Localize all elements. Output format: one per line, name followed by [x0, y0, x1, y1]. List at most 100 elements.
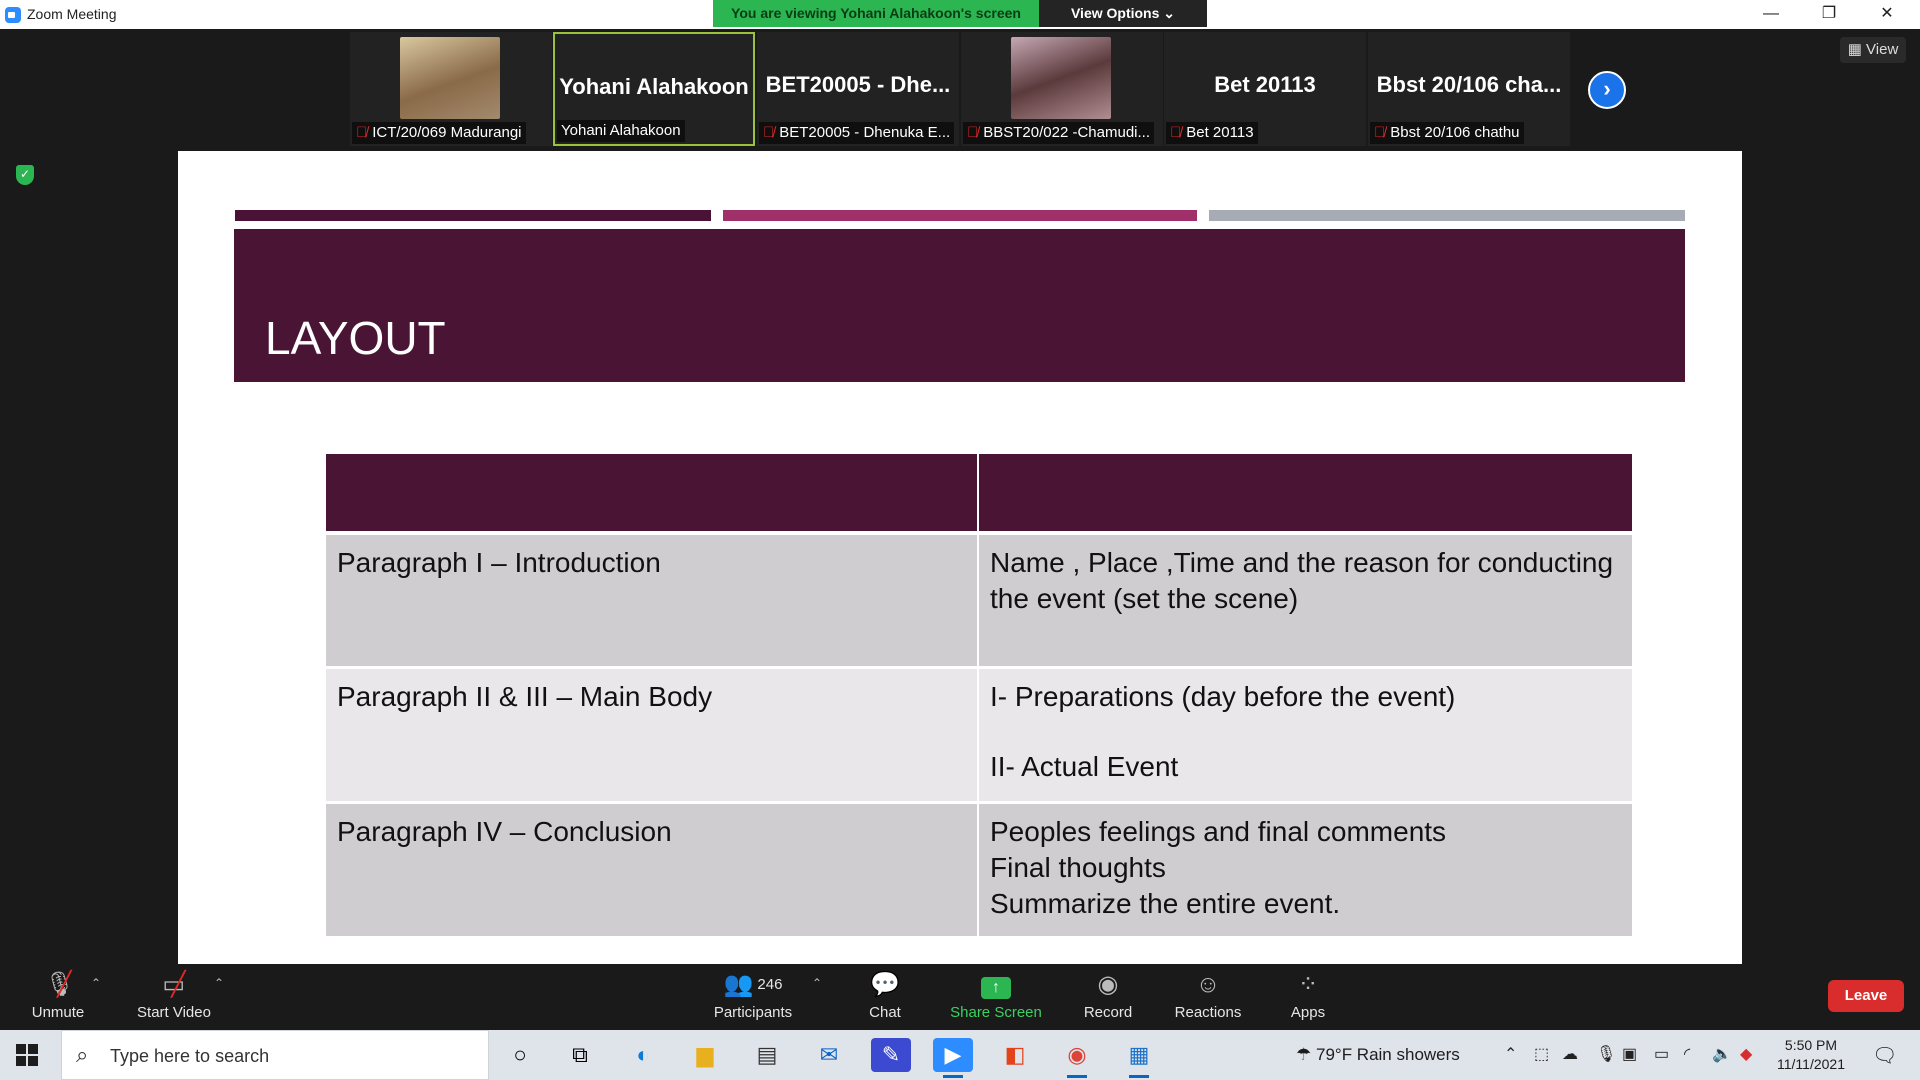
- battery-icon[interactable]: ▭: [1654, 1044, 1669, 1064]
- edge-browser-icon[interactable]: ◐: [623, 1038, 663, 1072]
- slide-title: LAYOUT: [265, 312, 446, 364]
- participant-label: 🎙̸ BET20005 - Dhenuka E...: [759, 122, 955, 144]
- audio-options-caret-icon[interactable]: ⌃: [91, 976, 101, 990]
- shared-slide: LAYOUT Paragraph I – Introduction Name ,…: [178, 151, 1742, 964]
- next-page-button[interactable]: ›: [1588, 71, 1626, 109]
- mic-muted-icon: 🎙̸: [967, 124, 979, 141]
- minimize-button[interactable]: —: [1742, 0, 1800, 29]
- search-placeholder: Type here to search: [110, 1046, 270, 1066]
- table-cell-content: I- Preparations (day before the event) II…: [979, 666, 1632, 801]
- video-off-icon: ▭╱: [162, 971, 186, 998]
- participant-photo: [1011, 37, 1111, 119]
- share-screen-button[interactable]: ↑ Share Screen: [944, 970, 1048, 1026]
- record-button[interactable]: ◉ Record: [1078, 970, 1138, 1026]
- participant-tile[interactable]: 🎙̸ ICT/20/069 Madurangi: [350, 32, 552, 146]
- participant-name-large: Bet 20113: [1214, 72, 1316, 97]
- table-row: Paragraph IV – Conclusion Peoples feelin…: [326, 801, 1632, 936]
- slide-accent-bar: [1209, 210, 1685, 221]
- table-cell-section: Paragraph II & III – Main Body: [326, 666, 979, 801]
- microphone-icon[interactable]: 🎙: [1596, 1044, 1616, 1064]
- record-icon: ◉: [1097, 971, 1119, 998]
- office-icon[interactable]: ◧: [995, 1038, 1035, 1072]
- table-row: Paragraph I – Introduction Name , Place …: [326, 531, 1632, 666]
- restore-button[interactable]: ❐: [1800, 0, 1858, 29]
- mic-muted-icon: 🎙╱: [44, 971, 75, 998]
- mail-icon[interactable]: ✉: [809, 1038, 849, 1072]
- table-cell-content: Peoples feelings and final comments Final…: [979, 801, 1632, 936]
- participant-tile[interactable]: Bet 20113 🎙̸ Bet 20113: [1164, 32, 1366, 146]
- task-view-icon[interactable]: ⧉: [560, 1038, 600, 1072]
- view-options-label: View Options: [1070, 5, 1160, 21]
- share-screen-icon: ↑: [944, 970, 1048, 1000]
- apps-icon: ⁘: [1297, 971, 1319, 998]
- chevron-right-icon: ›: [1603, 76, 1611, 101]
- layout-table: Paragraph I – Introduction Name , Place …: [326, 454, 1632, 936]
- window-titlebar: Zoom Meeting You are viewing Yohani Alah…: [0, 0, 1920, 29]
- search-icon: ⌕: [76, 1042, 89, 1067]
- participant-tile[interactable]: BET20005 - Dhe... 🎙̸ BET20005 - Dhenuka E…: [757, 32, 959, 146]
- notification-app-icon[interactable]: ◆: [1740, 1044, 1752, 1064]
- taskbar-clock[interactable]: 5:50 PM 11/11/2021: [1766, 1036, 1856, 1074]
- apps-button[interactable]: ⁘ Apps: [1283, 970, 1333, 1026]
- participant-label: 🎙̸ Bbst 20/106 chathu: [1370, 122, 1524, 144]
- start-video-button[interactable]: ▭╱ Start Video: [132, 970, 216, 1026]
- table-header-cell: [979, 454, 1632, 531]
- zoom-app-icon: [5, 7, 21, 23]
- file-explorer-icon[interactable]: ▆: [685, 1038, 725, 1072]
- unmute-button[interactable]: 🎙╱ Unmute: [22, 970, 94, 1026]
- participants-button[interactable]: 👥 246 Participants: [708, 970, 798, 1026]
- chat-icon: 💬: [870, 971, 900, 998]
- table-cell-section: Paragraph IV – Conclusion: [326, 801, 979, 936]
- reactions-icon: ☺: [1195, 971, 1221, 998]
- onedrive-icon[interactable]: ☁: [1562, 1044, 1578, 1064]
- tray-overflow-icon[interactable]: ⌃: [1504, 1044, 1517, 1064]
- meet-now-icon[interactable]: ⬚: [1534, 1044, 1549, 1064]
- table-cell-content: Name , Place ,Time and the reason for co…: [979, 531, 1632, 666]
- participant-photo: [400, 37, 500, 119]
- clock-time: 5:50 PM: [1784, 1037, 1838, 1053]
- view-label: View: [1866, 41, 1899, 58]
- microsoft-store-icon[interactable]: ▤: [747, 1038, 787, 1072]
- participant-name-large: BET20005 - Dhe...: [765, 72, 951, 97]
- slide-header-band: LAYOUT: [234, 229, 1685, 382]
- wifi-icon[interactable]: ◜: [1684, 1044, 1690, 1064]
- grid-view-icon: ▦: [1847, 41, 1862, 58]
- participant-tile[interactable]: Bbst 20/106 cha... 🎙̸ Bbst 20/106 chathu: [1368, 32, 1570, 146]
- action-center-icon[interactable]: 🗨: [1872, 1043, 1897, 1068]
- participant-tile[interactable]: 🎙̸ BBST20/022 -Chamudi...: [961, 32, 1163, 146]
- windows-start-icon[interactable]: [16, 1044, 38, 1066]
- participants-icon: 👥: [723, 971, 754, 998]
- security-shield-icon[interactable]: ✓: [16, 165, 34, 185]
- meeting-area: 🎙̸ ICT/20/069 Madurangi Yohani Alahakoon …: [0, 29, 1920, 964]
- zoom-taskbar-icon[interactable]: ▶: [933, 1038, 973, 1078]
- rain-cloud-icon: ☂: [1296, 1045, 1312, 1064]
- table-header-row: [326, 454, 1632, 531]
- chat-button[interactable]: 💬 Chat: [860, 970, 910, 1026]
- video-options-caret-icon[interactable]: ⌃: [214, 976, 224, 990]
- chrome-icon[interactable]: ◉: [1057, 1038, 1097, 1078]
- mic-muted-icon: 🎙̸: [1170, 124, 1182, 141]
- mic-muted-icon: 🎙̸: [763, 124, 775, 141]
- participants-count: 246: [757, 976, 783, 993]
- reactions-button[interactable]: ☺ Reactions: [1170, 970, 1246, 1026]
- participant-tile-active-speaker[interactable]: Yohani Alahakoon Yohani Alahakoon: [553, 32, 755, 146]
- mic-muted-icon: 🎙̸: [356, 124, 368, 141]
- participant-label: 🎙̸ Bet 20113: [1166, 122, 1258, 144]
- cortana-icon[interactable]: ○: [500, 1038, 540, 1072]
- whiteboard-app-icon[interactable]: ✎: [871, 1038, 911, 1072]
- clock-date: 11/11/2021: [1777, 1056, 1845, 1072]
- windows-taskbar: ⌕ Type here to search ○ ⧉ ◐ ▆ ▤ ✉ ✎ ▶ ◧ …: [0, 1030, 1920, 1080]
- view-button[interactable]: ▦ View: [1840, 37, 1906, 63]
- window-title: Zoom Meeting: [27, 6, 117, 22]
- volume-icon[interactable]: 🔈: [1712, 1044, 1732, 1064]
- participants-caret-icon[interactable]: ⌃: [812, 976, 822, 990]
- viewing-screen-banner: You are viewing Yohani Alahakoon's scree…: [713, 0, 1039, 27]
- weather-widget[interactable]: ☂ 79°F Rain showers: [1296, 1045, 1460, 1065]
- display-icon[interactable]: ▣: [1622, 1044, 1637, 1064]
- chevron-down-icon: ⌄: [1163, 5, 1176, 21]
- view-options-button[interactable]: View Options ⌄: [1039, 0, 1207, 27]
- leave-button[interactable]: Leave: [1828, 980, 1904, 1012]
- photos-icon[interactable]: ▦: [1119, 1038, 1159, 1078]
- close-button[interactable]: ✕: [1858, 0, 1916, 29]
- taskbar-search-input[interactable]: ⌕ Type here to search: [61, 1030, 489, 1080]
